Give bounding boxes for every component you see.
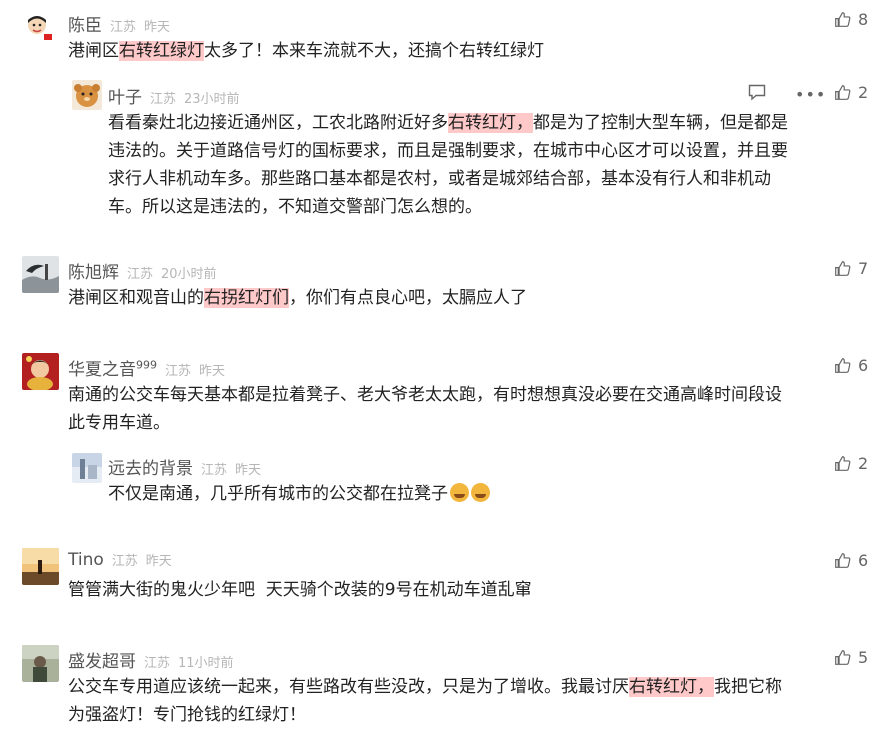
thumbs-up-icon [835, 553, 851, 568]
thumbs-up-icon [835, 85, 851, 100]
comment-time: 昨天 [235, 463, 262, 478]
text-segment: 我把它称 [714, 677, 782, 697]
author-location: 江苏 [150, 92, 177, 107]
like-button[interactable]: 6 [834, 356, 868, 375]
author-name[interactable]: 华夏之音 [68, 360, 136, 380]
author-location: 江苏 [127, 267, 154, 282]
text-line: 公交车专用道应该统一起来，有些路改有些没改，只是为了增收。我最讨厌右转红灯，我把… [68, 673, 868, 701]
avatar[interactable] [22, 548, 59, 585]
reply-icon[interactable] [748, 84, 766, 101]
highlight-keyword[interactable]: 右转红灯， [448, 113, 533, 133]
comment-author: 盛发超哥 江苏 11小时前 [68, 647, 234, 672]
thumbs-up-icon [835, 650, 851, 665]
thumbs-up-icon [835, 358, 851, 373]
avatar[interactable] [22, 353, 59, 390]
like-button[interactable]: 8 [834, 10, 868, 29]
author-name[interactable]: 盛发超哥 [68, 652, 136, 672]
author-location: 江苏 [111, 554, 138, 569]
comment-time: 20小时前 [161, 267, 217, 282]
like-count: 2 [858, 83, 869, 102]
author-location: 江苏 [201, 463, 228, 478]
comment-time: 昨天 [199, 364, 226, 379]
text-line: 为强盗灯！专门抢钱的红绿灯！ [68, 705, 306, 725]
comment-text: 不仅是南通，几乎所有城市的公交都在拉凳子 [108, 480, 490, 508]
like-count: 7 [858, 259, 869, 278]
like-button[interactable]: 2 [834, 454, 868, 473]
text-segment: ，你们有点良心吧，太膈应人了 [289, 288, 527, 308]
author-name[interactable]: 陈旭辉 [68, 263, 119, 283]
avatar[interactable] [22, 256, 59, 293]
text-segment: 太多了！本来车流就不大，还搞个右转红绿灯 [204, 41, 544, 61]
thumbs-up-icon [835, 456, 851, 471]
text-segment: 不仅是南通，几乎所有城市的公交都在拉凳子 [108, 484, 448, 504]
like-button[interactable]: 7 [834, 259, 868, 278]
like-count: 6 [858, 551, 869, 570]
like-count: 8 [858, 10, 869, 29]
comment-text: 看看秦灶北边接近通州区，工农北路附近好多右转红灯，都是为了控制大型车辆，但是都是… [108, 109, 868, 221]
like-button[interactable]: 2 [834, 83, 868, 102]
comment-author: 叶子 江苏 23小时前 [108, 83, 240, 108]
comment-author: 陈臣 江苏 昨天 [68, 11, 170, 36]
author-name[interactable]: 陈臣 [68, 16, 102, 36]
highlight-keyword[interactable]: 右转红绿灯 [119, 41, 204, 61]
like-count: 6 [858, 356, 869, 375]
like-count: 5 [858, 648, 869, 667]
author-name[interactable]: 叶子 [108, 88, 142, 108]
avatar[interactable] [72, 453, 102, 483]
comment-text: 管管满大街的鬼火少年吧 天天骑个改装的9号在机动车道乱窜 [68, 580, 532, 600]
text-segment: 看看秦灶北边接近通州区，工农北路附近好多 [108, 113, 448, 133]
laugh-cry-emoji-icon [471, 483, 490, 502]
comment-time: 昨天 [145, 554, 172, 569]
text-segment: 都是为了控制大型车辆，但是都是 [533, 113, 788, 133]
text-segment: 公交车专用道应该统一起来，有些路改有些没改，只是为了增收。我最讨厌 [68, 677, 629, 697]
author-location: 江苏 [144, 656, 171, 671]
thumbs-up-icon [835, 261, 851, 276]
comment-author: 陈旭辉 江苏 20小时前 [68, 258, 217, 283]
comment-author: 华夏之音999 江苏 昨天 [68, 355, 225, 380]
text-line: 违法的。关于道路信号灯的国标要求，而且是强制要求，在城市中心区才可以设置，并且要 [108, 141, 788, 161]
comment-author: Tino 江苏 昨天 [68, 550, 172, 570]
text-line: 此专用车道。 [68, 413, 170, 433]
comment-time: 23小时前 [184, 92, 240, 107]
text-line: 车。所以这是违法的，不知道交警部门怎么想的。 [108, 197, 482, 217]
avatar[interactable] [72, 80, 102, 110]
like-button[interactable]: 6 [834, 551, 868, 570]
text-segment: 港闸区和观音山的 [68, 288, 204, 308]
author-name[interactable]: 远去的背景 [108, 459, 193, 479]
highlight-keyword[interactable]: 右转红灯， [629, 677, 714, 697]
highlight-keyword[interactable]: 右拐红灯们 [204, 288, 289, 308]
avatar[interactable] [22, 645, 59, 682]
user-level-badge: 999 [136, 358, 157, 372]
comment-text: 公交车专用道应该统一起来，有些路改有些没改，只是为了增收。我最讨厌右转红灯，我把… [68, 673, 868, 729]
comment-text: 港闸区右转红绿灯太多了！本来车流就不大，还搞个右转红绿灯 [68, 37, 544, 65]
comment-text: 港闸区和观音山的右拐红灯们，你们有点良心吧，太膈应人了 [68, 284, 527, 312]
author-location: 江苏 [165, 364, 192, 379]
comment-text: 南通的公交车每天基本都是拉着凳子、老大爷老太太跑，有时想想真没必要在交通高峰时间… [68, 381, 868, 437]
text-line: 南通的公交车每天基本都是拉着凳子、老大爷老太太跑，有时想想真没必要在交通高峰时间… [68, 385, 782, 405]
laugh-cry-emoji-icon [450, 483, 469, 502]
avatar[interactable] [22, 12, 52, 42]
like-count: 2 [858, 454, 869, 473]
more-options-icon[interactable]: ••• [795, 85, 826, 104]
like-button[interactable]: 5 [834, 648, 868, 667]
text-segment: 港闸区 [68, 41, 119, 61]
comment-time: 11小时前 [178, 656, 234, 671]
comment-author: 远去的背景 江苏 昨天 [108, 454, 261, 479]
thumbs-up-icon [835, 12, 851, 27]
author-location: 江苏 [110, 20, 137, 35]
text-line: 看看秦灶北边接近通州区，工农北路附近好多右转红灯，都是为了控制大型车辆，但是都是 [108, 109, 868, 137]
author-name[interactable]: Tino [68, 550, 104, 570]
text-line: 求行人非机动车多。那些路口基本都是农村，或者是城郊结合部，基本没有行人和非机动 [108, 169, 771, 189]
comment-time: 昨天 [144, 20, 171, 35]
